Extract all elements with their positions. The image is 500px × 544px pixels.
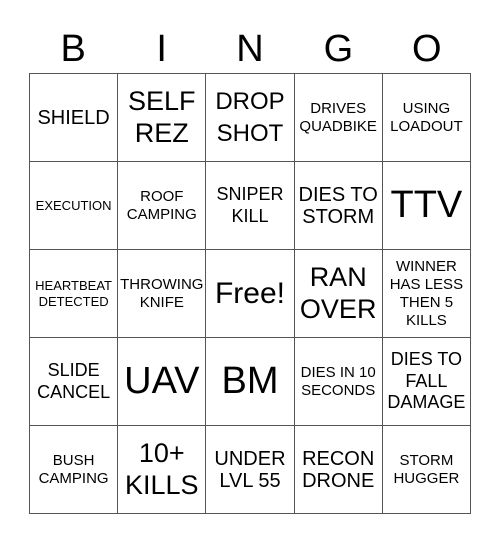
bingo-cell[interactable]: DROP SHOT [206,74,295,162]
bingo-cell-label: SLIDE CANCEL [37,359,111,402]
bingo-cell-label: THROWING KNIFE [120,275,204,311]
bingo-cell-label: DRIVES QUADBIKE [299,99,377,135]
bingo-cell[interactable]: BUSH CAMPING [30,426,119,514]
bingo-cell-label: DROP SHOT [215,88,285,147]
bingo-cell-label: USING LOADOUT [390,99,463,135]
free-space-cell[interactable]: Free! [206,250,295,338]
bingo-cell[interactable]: BM [206,338,295,426]
bingo-cell-label: DIES IN 10 SECONDS [300,363,376,399]
bingo-cell-label: EXECUTION [35,197,112,213]
header-letter-n: N [236,28,264,70]
bingo-cell[interactable]: EXECUTION [30,162,119,250]
bingo-cell-label: UNDER LVL 55 [214,447,286,492]
bingo-cell-label: ROOF CAMPING [126,187,197,223]
bingo-cell-label: 10+ KILLS [125,437,199,500]
bingo-header: B I N G O [29,28,471,70]
bingo-cell-label: WINNER HAS LESS THEN 5 KILLS [389,257,464,329]
bingo-cell-label: DIES TO FALL DAMAGE [387,349,466,413]
bingo-cell[interactable]: SLIDE CANCEL [30,338,119,426]
bingo-cell[interactable]: DIES TO FALL DAMAGE [382,338,471,426]
bingo-cell-label: SNIPER KILL [216,183,284,226]
header-letter-b: B [60,28,86,70]
bingo-cell[interactable]: TTV [382,162,471,250]
header-letter-i: I [156,28,167,70]
bingo-cell[interactable]: WINNER HAS LESS THEN 5 KILLS [382,250,471,338]
bingo-cell[interactable]: HEARTBEAT DETECTED [30,250,119,338]
bingo-cell[interactable]: THROWING KNIFE [118,250,207,338]
header-letter-g: G [323,28,354,70]
bingo-cell-label: RECON DRONE [302,447,375,492]
bingo-cell[interactable]: DIES IN 10 SECONDS [294,338,383,426]
bingo-cell-label: TTV [390,183,463,226]
bingo-cell[interactable]: SNIPER KILL [206,162,295,250]
bingo-cell[interactable]: USING LOADOUT [382,74,471,162]
bingo-cell[interactable]: UNDER LVL 55 [206,426,295,514]
bingo-cell[interactable]: UAV [118,338,207,426]
header-letter-o: O [412,28,442,70]
bingo-grid: SHIELD SELF REZ DROP SHOT DRIVES QUADBIKE US… [29,73,471,514]
bingo-cell-label: SHIELD [37,106,110,129]
bingo-cell[interactable]: SELF REZ [118,74,207,162]
bingo-cell-label: DIES TO STORM [298,183,378,228]
bingo-cell-label: RAN OVER [299,261,377,324]
bingo-cell-label: STORM HUGGER [393,451,460,487]
bingo-cell[interactable]: SHIELD [30,74,119,162]
bingo-cell-label: Free! [214,277,285,310]
bingo-cell-label: UAV [124,359,200,402]
bingo-cell[interactable]: 10+ KILLS [118,426,207,514]
bingo-cell[interactable]: DIES TO STORM [294,162,383,250]
bingo-cell-label: BM [221,359,279,402]
bingo-cell-label: BUSH CAMPING [38,451,109,487]
bingo-cell[interactable]: RECON DRONE [294,426,383,514]
bingo-cell[interactable]: ROOF CAMPING [118,162,207,250]
bingo-cell[interactable]: RAN OVER [294,250,383,338]
bingo-cell-label: HEARTBEAT DETECTED [35,277,112,309]
bingo-cell-label: SELF REZ [128,85,196,148]
bingo-cell[interactable]: STORM HUGGER [382,426,471,514]
bingo-cell[interactable]: DRIVES QUADBIKE [294,74,383,162]
